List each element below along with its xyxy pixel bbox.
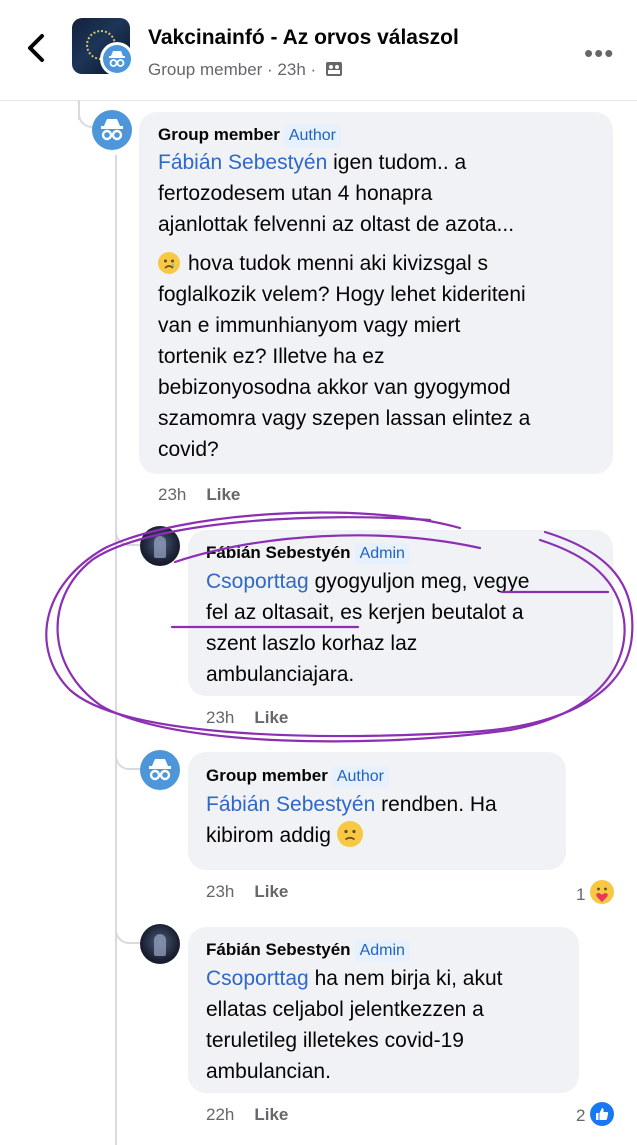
comment-text-paragraph: hova tudok menni aki kivizsgal s foglalk…	[158, 252, 531, 461]
mention-link[interactable]: Fábián Sebestyén	[206, 793, 375, 816]
anonymous-icon	[101, 119, 123, 141]
commenter-avatar[interactable]	[140, 924, 180, 964]
comment-author[interactable]: Group member Author	[158, 125, 341, 147]
comment-author[interactable]: Fábián Sebestyén Admin	[206, 940, 410, 962]
admin-badge: Admin	[354, 543, 410, 565]
reaction-count[interactable]: 1	[576, 880, 615, 905]
comment-meta: 23h Like	[158, 485, 240, 505]
comment-meta: 22h Like	[206, 1105, 288, 1125]
comment-author[interactable]: Fábián Sebestyén Admin	[206, 543, 410, 565]
reaction-count[interactable]: 2	[576, 1102, 615, 1126]
thread-connector	[115, 520, 141, 546]
comment-time[interactable]: 23h	[206, 708, 234, 727]
commenter-avatar[interactable]	[140, 526, 180, 566]
mention-link[interactable]: Csoporttag	[206, 967, 309, 990]
anonymous-member-icon	[100, 42, 134, 76]
group-privacy-icon	[325, 62, 342, 76]
comment-text: Fábián Sebestyén igen tudom.. a fertozod…	[158, 151, 515, 236]
post-subtitle: Group member · 23h ·	[148, 60, 343, 80]
confused-face-icon	[336, 821, 363, 847]
thread-connector	[115, 918, 141, 944]
comment-time[interactable]: 23h	[158, 485, 186, 504]
admin-badge: Admin	[354, 940, 410, 962]
like-reaction-icon	[590, 1102, 615, 1126]
like-button[interactable]: Like	[254, 708, 288, 727]
author-badge: Author	[283, 125, 341, 147]
thread-connector	[115, 744, 141, 770]
comment-time[interactable]: 22h	[206, 1105, 234, 1124]
comment-meta: 23h Like	[206, 882, 288, 902]
anonymous-icon	[149, 759, 171, 781]
comment-text: Fábián Sebestyén rendben. Ha kibirom add…	[206, 793, 497, 847]
comment-text: Csoporttag ha nem birja ki, akut ellatas…	[206, 967, 503, 1083]
commenter-avatar[interactable]	[92, 110, 132, 150]
comment-meta: 23h Like	[206, 708, 288, 728]
post-header: Vakcinainfó - Az orvos válaszol Group me…	[0, 0, 637, 101]
mention-link[interactable]: Fábián Sebestyén	[158, 151, 327, 174]
crying-face-icon	[158, 252, 180, 274]
author-badge: Author	[331, 766, 389, 788]
like-button[interactable]: Like	[254, 882, 288, 901]
commenter-avatar[interactable]	[140, 750, 180, 790]
thread-line	[115, 155, 117, 1145]
like-button[interactable]: Like	[254, 1105, 288, 1124]
mention-link[interactable]: Csoporttag	[206, 570, 309, 593]
comment-text: Csoporttag gyogyuljon meg, vegye fel az …	[206, 570, 530, 686]
post-meta: Group member · 23h ·	[148, 60, 317, 79]
chevron-left-icon[interactable]	[22, 30, 52, 66]
more-options-button[interactable]: •••	[584, 38, 614, 69]
care-reaction-icon	[590, 880, 615, 904]
like-button[interactable]: Like	[206, 485, 240, 504]
comment-author[interactable]: Group member Author	[206, 766, 389, 788]
comment-time[interactable]: 23h	[206, 882, 234, 901]
group-title[interactable]: Vakcinainfó - Az orvos válaszol	[148, 26, 459, 50]
